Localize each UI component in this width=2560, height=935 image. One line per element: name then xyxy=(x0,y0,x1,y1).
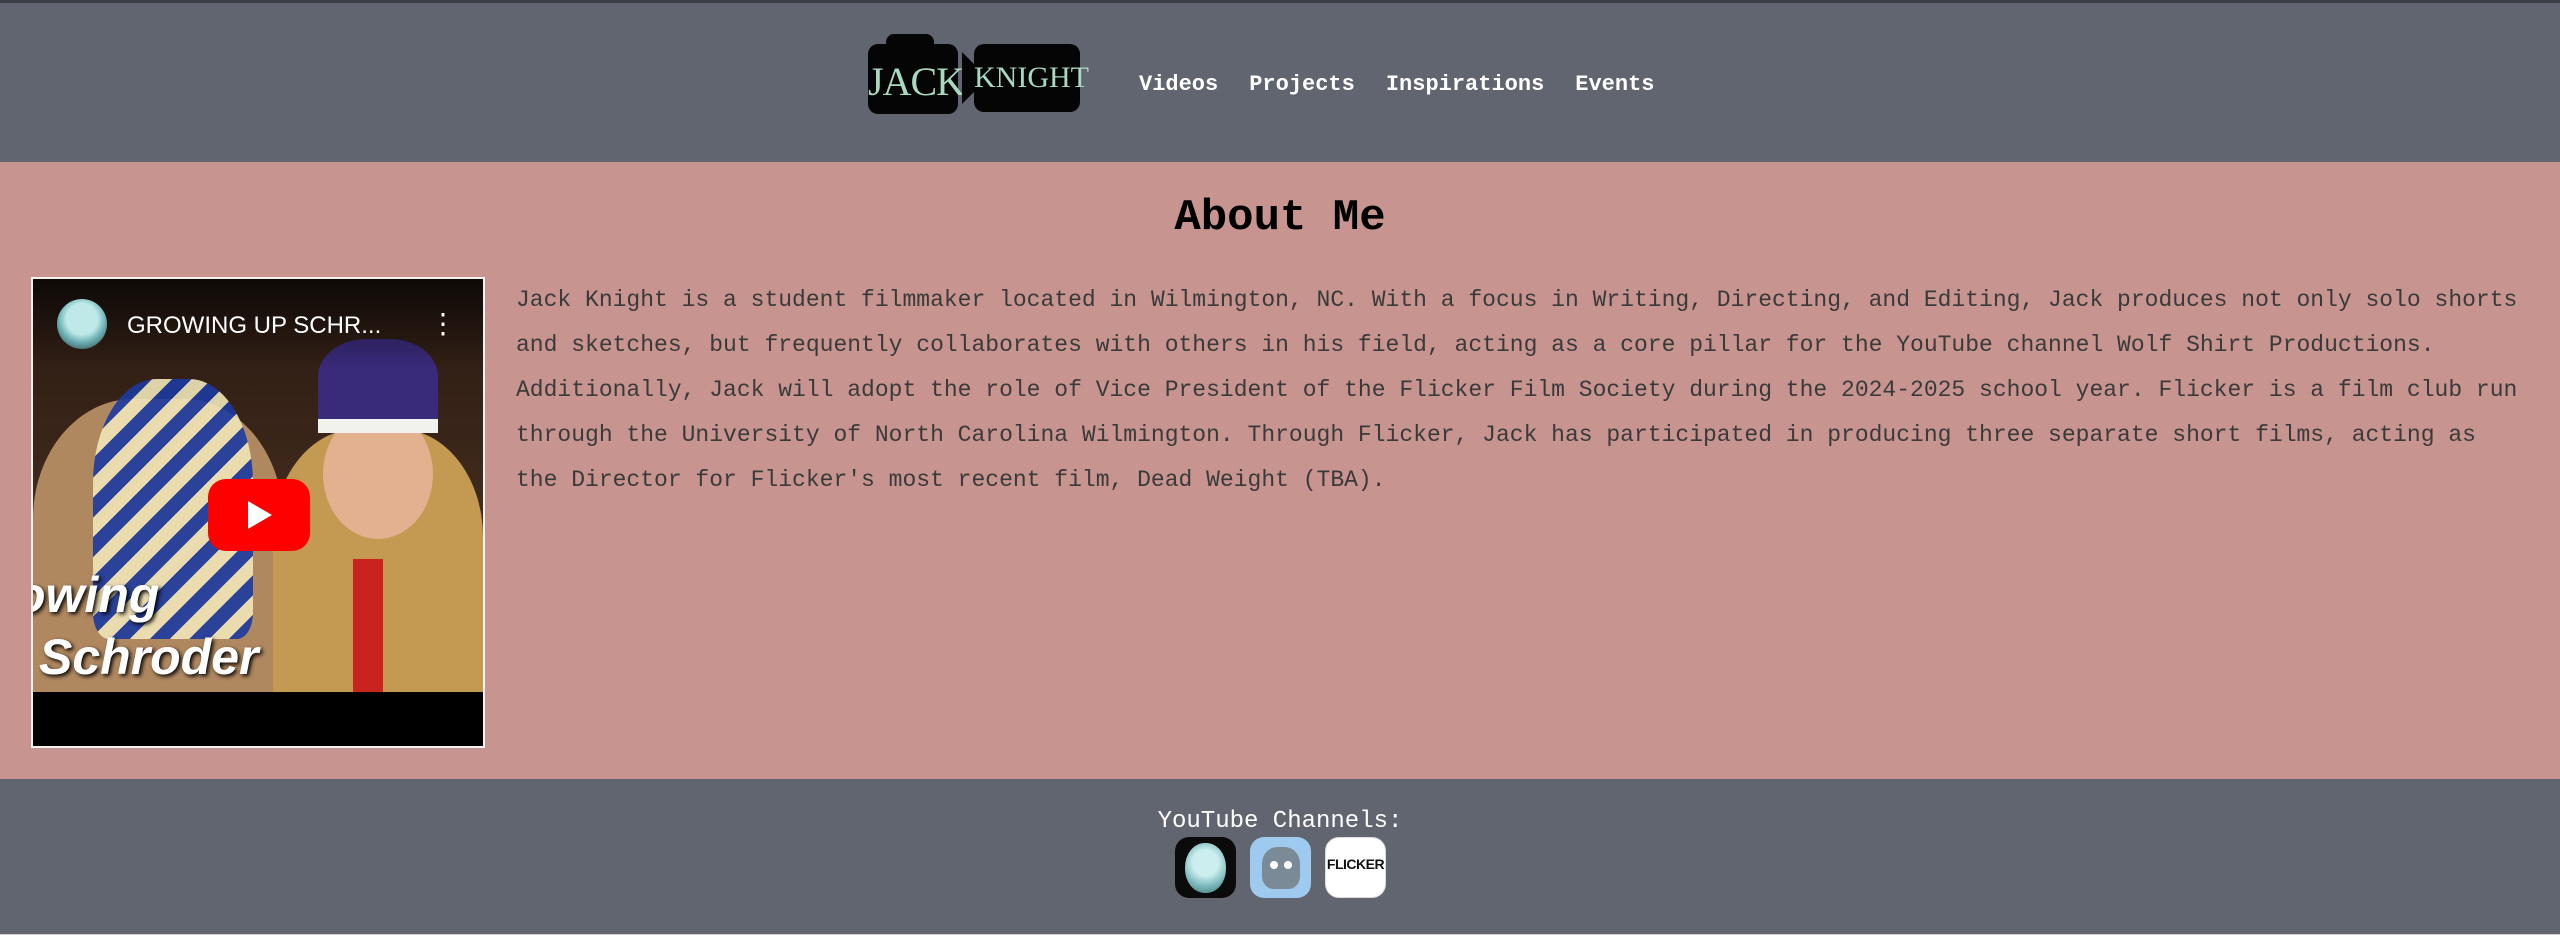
video-thumbnail[interactable]: owing Schroder GROWING UP SCHR... ⋮ xyxy=(33,279,483,692)
site-logo[interactable]: JACK KNIGHT xyxy=(868,34,1089,116)
video-title[interactable]: GROWING UP SCHR... xyxy=(127,311,381,341)
nav-link-events[interactable]: Events xyxy=(1575,70,1654,100)
wolf-eye-right xyxy=(1284,861,1292,869)
video-title-bar: GROWING UP SCHR... ⋮ xyxy=(33,279,483,369)
youtube-channels-label: YouTube Channels: xyxy=(1157,808,1403,835)
nav-link-projects[interactable]: Projects xyxy=(1249,70,1355,100)
flicker-channel-icon[interactable]: FLICKER xyxy=(1325,837,1386,898)
wolf-shirt-channel-icon[interactable] xyxy=(1250,837,1311,898)
channel-avatar-icon[interactable] xyxy=(57,299,107,349)
logo-camera-body: JACK xyxy=(868,34,965,114)
logo-word-knight: KNIGHT xyxy=(974,61,1089,94)
youtube-video-embed[interactable]: owing Schroder GROWING UP SCHR... ⋮ xyxy=(31,277,485,748)
thumbnail-tie xyxy=(353,559,383,692)
logo-camera-lens: KNIGHT xyxy=(962,44,1089,112)
logo-word-jack: JACK xyxy=(868,59,965,104)
kebab-menu-icon[interactable]: ⋮ xyxy=(429,309,457,339)
nav-link-videos[interactable]: Videos xyxy=(1139,70,1218,100)
thumbnail-text-line1: owing xyxy=(33,567,160,623)
wolf-eye-left xyxy=(1270,861,1278,869)
flicker-logo-text: FLICKER xyxy=(1326,856,1385,872)
play-triangle-icon xyxy=(248,501,272,529)
thumbnail-text-line2: Schroder xyxy=(39,629,259,685)
nav-link-inspirations[interactable]: Inspirations xyxy=(1386,70,1544,100)
hockey-mask-icon xyxy=(1185,843,1226,893)
main-nav: Videos Projects Inspirations Events xyxy=(1139,70,1655,100)
site-header: JACK KNIGHT Videos Projects Inspirations… xyxy=(0,3,2560,162)
site-footer: YouTube Channels: FLICKER xyxy=(0,779,2560,934)
youtube-play-icon[interactable] xyxy=(208,479,310,551)
page-title: About Me xyxy=(1174,193,1386,243)
wolf-icon xyxy=(1262,847,1300,889)
about-paragraph: Jack Knight is a student filmmaker locat… xyxy=(516,287,2518,493)
logo-camera-top xyxy=(886,34,934,52)
channel-links: FLICKER xyxy=(1175,837,1386,898)
hockey-mask-channel-icon[interactable] xyxy=(1175,837,1236,898)
